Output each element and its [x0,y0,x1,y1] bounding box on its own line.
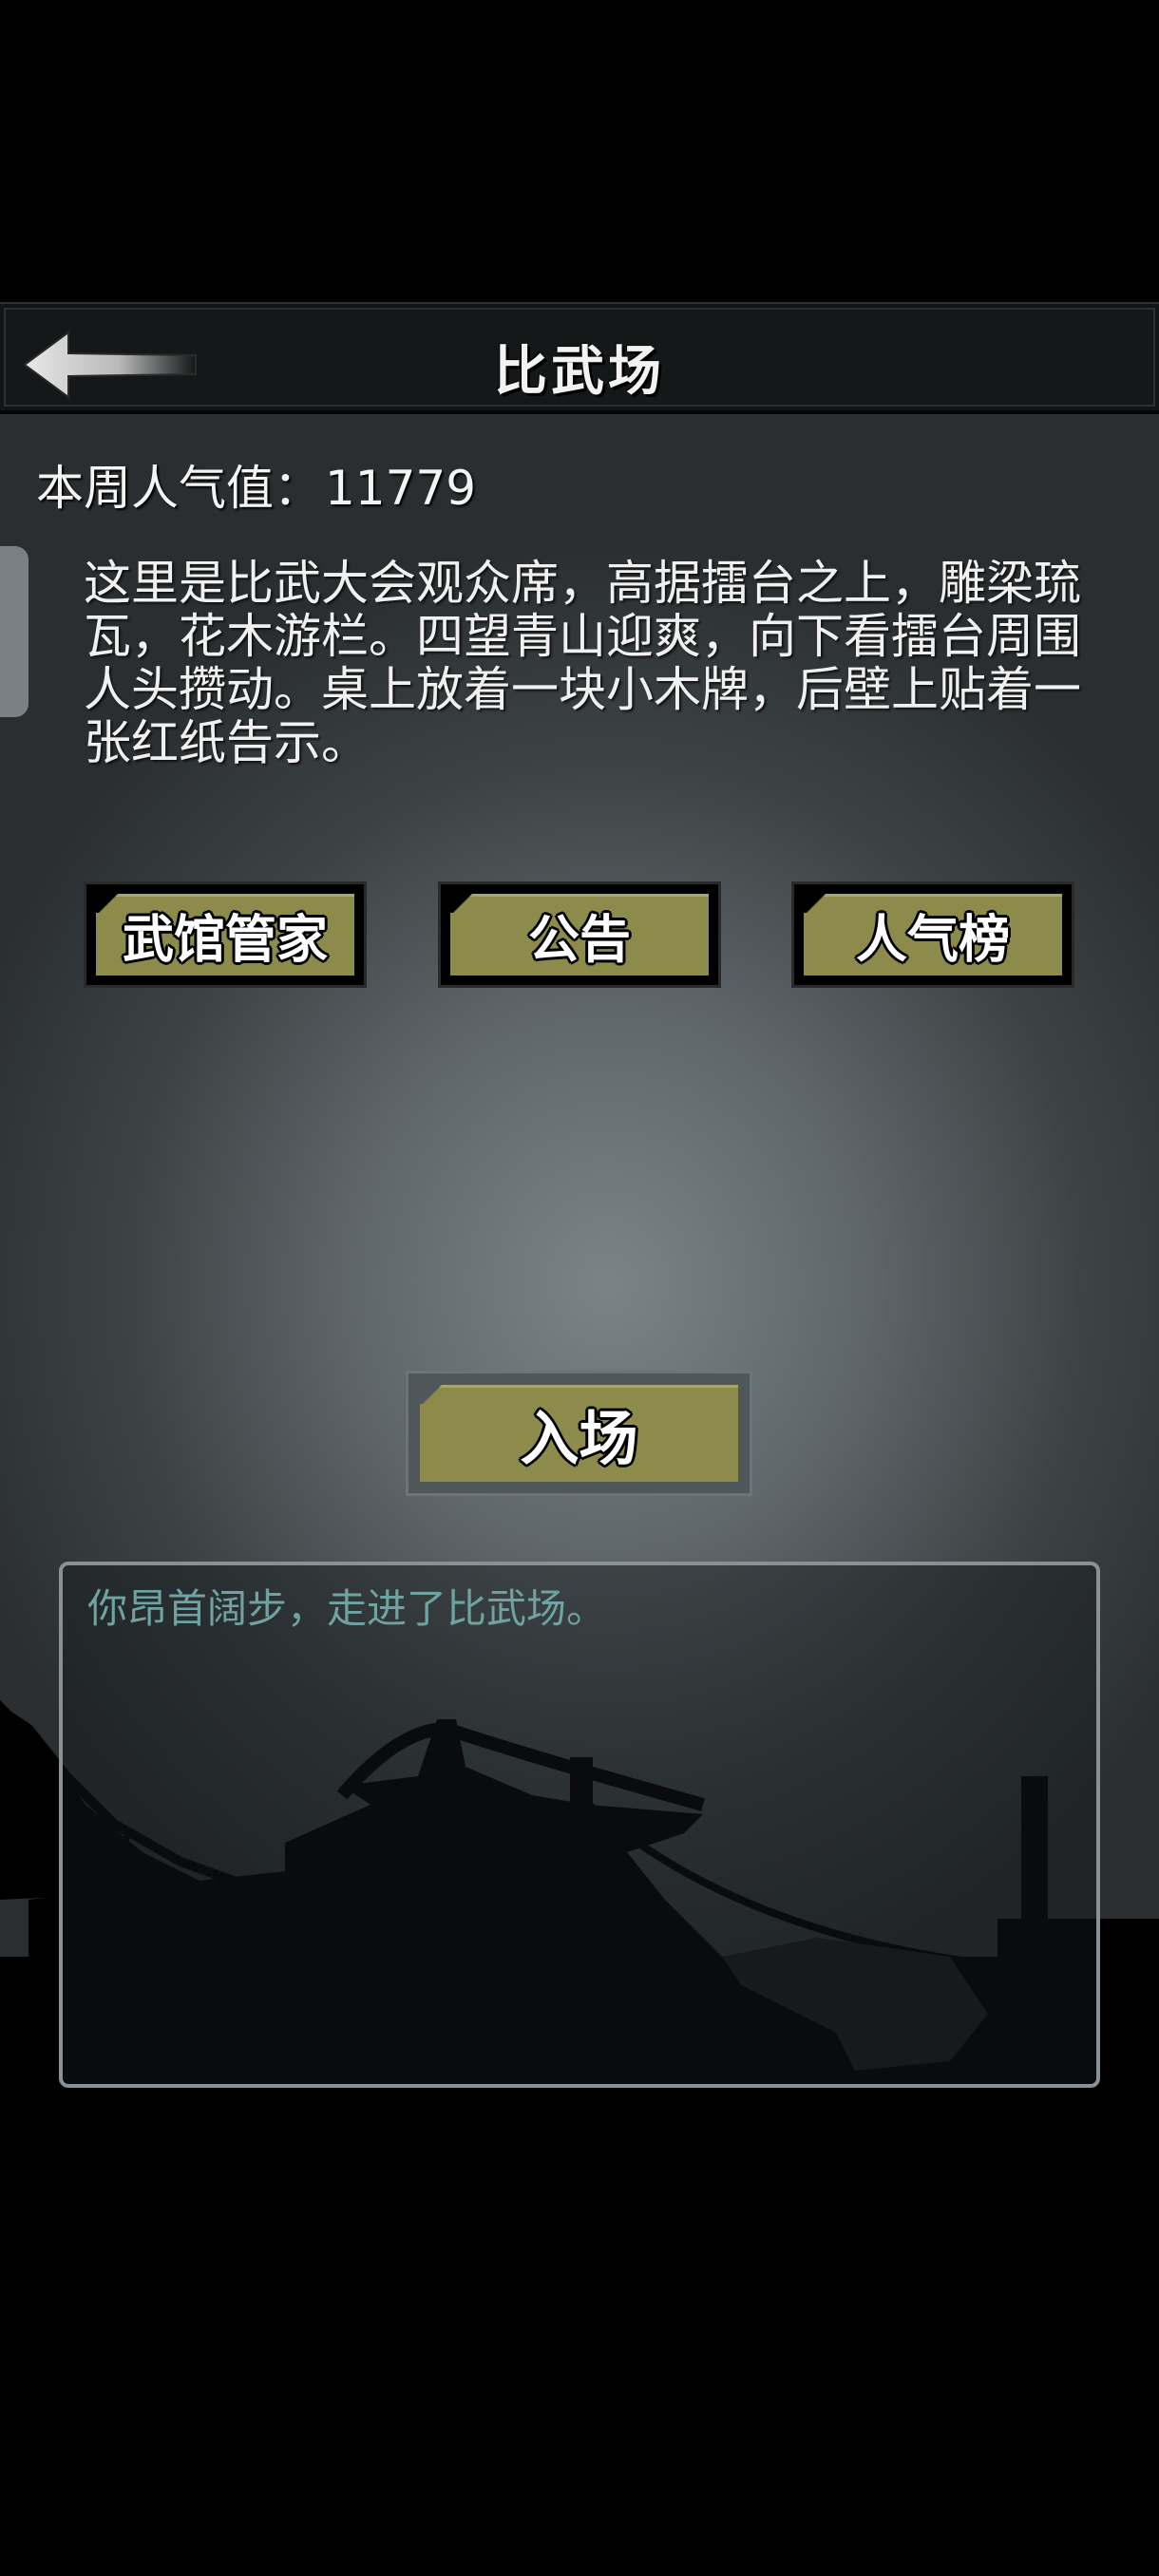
message-log: 你昂首阔步，走进了比武场。 [59,1562,1100,2088]
page-title: 比武场 [494,340,665,403]
top-black-bar [0,0,1159,302]
notice-button-label: 公告 [528,909,631,970]
popularity-row: 本周人气值：11779 [36,450,476,519]
notice-button[interactable]: 公告 [438,881,721,988]
ranking-button-label: 人气榜 [856,909,1010,970]
header-bar: 比武场 [0,302,1159,414]
header-frame: 比武场 [4,308,1155,407]
side-drawer-handle[interactable] [0,546,28,717]
log-message: 你昂首阔步，走进了比武场。 [87,1585,607,1632]
game-screen: 比武场 本周人气值：11779 这里是比武大会观众席，高据擂台之上，雕梁琉瓦，花… [0,0,1159,2576]
popularity-value: 11779 [325,461,477,516]
popularity-label: 本周人气值： [36,461,321,516]
manager-button[interactable]: 武馆管家 [84,881,367,988]
bottom-black-bar [0,2175,1159,2576]
scene-description: 这里是比武大会观众席，高据擂台之上，雕梁琉瓦，花木游栏。四望青山迎爽，向下看擂台… [84,556,1081,770]
enter-button-label: 入场 [520,1404,638,1473]
manager-button-label: 武馆管家 [123,909,328,970]
ranking-button[interactable]: 人气榜 [791,881,1074,988]
enter-button[interactable]: 入场 [406,1371,752,1496]
